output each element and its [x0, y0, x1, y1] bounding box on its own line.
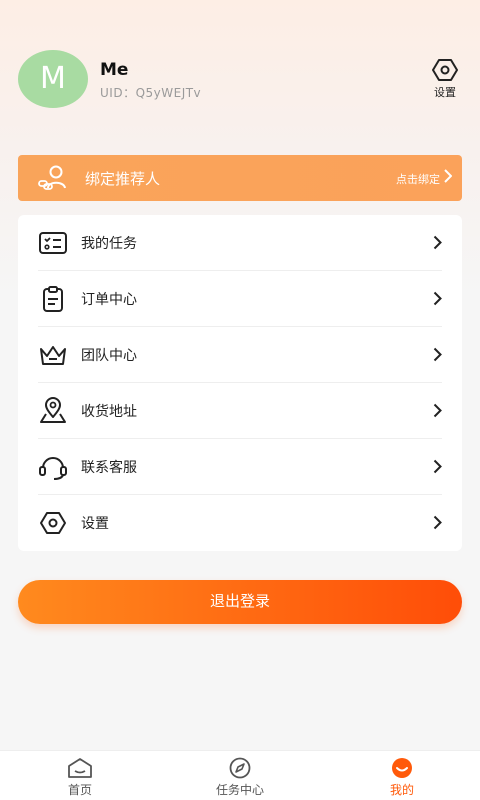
headset-icon — [39, 457, 67, 480]
chevron-right-icon — [433, 515, 442, 530]
settings-label: 设置 — [434, 86, 456, 99]
tab-task-center[interactable]: 任务中心 — [196, 751, 284, 800]
chevron-right-icon — [433, 459, 442, 474]
bind-referrer-action: 点击绑定 — [396, 173, 440, 186]
menu-item-label: 我的任务 — [81, 236, 137, 252]
tab-mine[interactable]: 我的 — [362, 751, 442, 800]
menu-item-my-tasks[interactable]: 我的任务 — [18, 215, 462, 271]
profile-header: M Me UID：Q5yWEJTv 设置 — [18, 50, 462, 110]
user-name: Me — [100, 60, 129, 80]
chevron-right-icon — [433, 403, 442, 418]
bind-referrer-bar[interactable]: 绑定推荐人 点击绑定 — [18, 155, 462, 201]
user-link-icon — [38, 165, 66, 190]
logout-button[interactable]: 退出登录 — [18, 580, 462, 624]
user-uid: UID：Q5yWEJTv — [100, 86, 202, 100]
hexagon-settings-icon — [432, 59, 458, 81]
menu-item-label: 收货地址 — [81, 404, 137, 420]
chevron-right-icon — [433, 291, 442, 306]
menu-item-shipping-address[interactable]: 收货地址 — [18, 383, 462, 439]
tab-label: 任务中心 — [215, 783, 264, 797]
settings-button[interactable]: 设置 — [428, 58, 462, 100]
smile-icon — [392, 758, 412, 778]
menu-item-order-center[interactable]: 订单中心 — [18, 271, 462, 327]
hexagon-settings-icon — [40, 512, 66, 534]
chevron-right-icon — [433, 235, 442, 250]
bind-referrer-title: 绑定推荐人 — [85, 170, 161, 188]
task-list-icon — [39, 232, 67, 254]
tab-label: 首页 — [67, 783, 92, 797]
menu-item-label: 订单中心 — [81, 292, 137, 308]
crown-icon — [40, 346, 66, 365]
avatar[interactable]: M — [18, 50, 88, 108]
chevron-right-icon — [433, 347, 442, 362]
chevron-right-icon — [444, 169, 452, 183]
menu-item-label: 团队中心 — [81, 348, 137, 364]
clipboard-icon — [43, 286, 63, 312]
location-pin-icon — [40, 397, 66, 423]
menu-item-label: 设置 — [81, 516, 109, 532]
tab-home[interactable]: 首页 — [40, 751, 120, 800]
menu-item-team-center[interactable]: 团队中心 — [18, 327, 462, 383]
compass-icon — [229, 757, 251, 779]
menu-item-customer-service[interactable]: 联系客服 — [18, 439, 462, 495]
bottom-tab-bar: 首页 任务中心 我的 — [0, 750, 480, 800]
menu-item-settings[interactable]: 设置 — [18, 495, 462, 551]
home-icon — [68, 758, 92, 778]
menu-item-label: 联系客服 — [81, 460, 137, 476]
tab-label: 我的 — [389, 783, 414, 797]
menu-card: 我的任务 订单中心 团队中心 收货地址 联系客服 设置 — [18, 215, 462, 551]
